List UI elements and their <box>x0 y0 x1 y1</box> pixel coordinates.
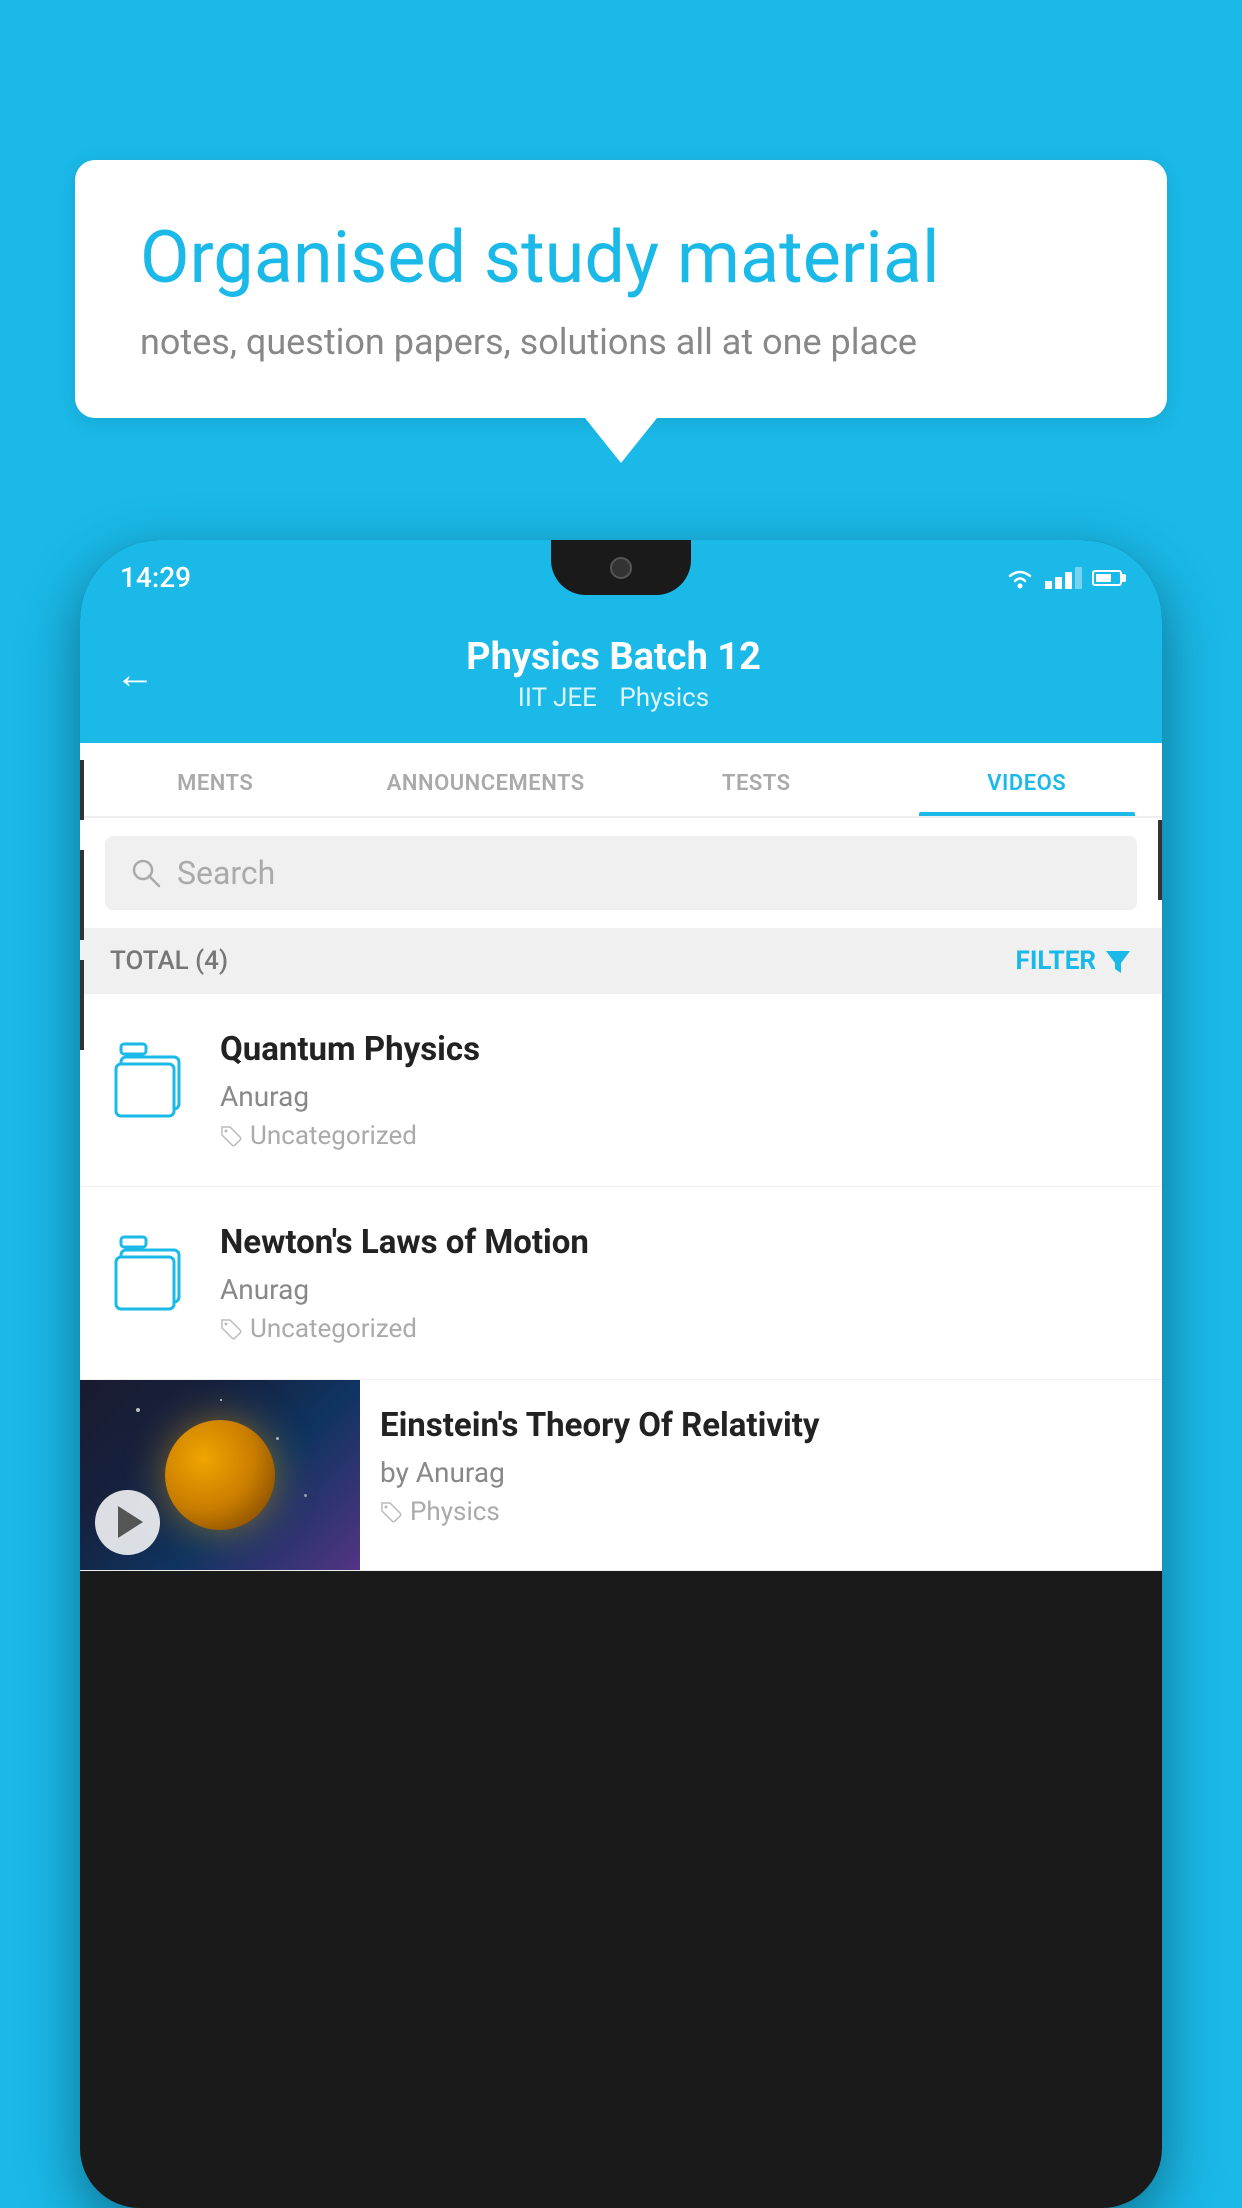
speech-bubble-card: Organised study material notes, question… <box>75 160 1167 418</box>
play-triangle-icon <box>118 1506 143 1538</box>
video-thumbnail <box>80 1380 360 1570</box>
video-info: Einstein's Theory Of Relativity by Anura… <box>360 1380 1162 1552</box>
video-tag: Uncategorized <box>220 1121 1137 1151</box>
search-placeholder: Search <box>177 854 275 892</box>
phone-frame: 14:29 ← <box>80 540 1162 2208</box>
folder-icon <box>105 1034 195 1124</box>
batch-title: Physics Batch 12 <box>175 635 1052 679</box>
tab-announcements[interactable]: ANNOUNCEMENTS <box>351 743 622 816</box>
back-button[interactable]: ← <box>115 651 155 698</box>
app-header: ← Physics Batch 12 IIT JEE Physics <box>80 615 1162 743</box>
power-button <box>1158 820 1162 900</box>
batch-subtitle: IIT JEE Physics <box>175 683 1052 713</box>
video-tag: Uncategorized <box>220 1314 1137 1344</box>
status-icons <box>1005 567 1122 589</box>
list-header: TOTAL (4) FILTER <box>80 928 1162 994</box>
total-count: TOTAL (4) <box>110 946 228 976</box>
tag-label: Uncategorized <box>250 1121 417 1151</box>
tab-bar: MENTS ANNOUNCEMENTS TESTS VIDEOS <box>80 743 1162 818</box>
video-author: by Anurag <box>380 1456 1142 1489</box>
video-tag: Physics <box>380 1497 1142 1527</box>
notch <box>551 540 691 595</box>
video-title: Quantum Physics <box>220 1029 1137 1072</box>
subject-iit: IIT JEE <box>518 683 597 713</box>
video-author: Anurag <box>220 1273 1137 1306</box>
camera <box>610 557 632 579</box>
tag-icon <box>220 1318 242 1340</box>
tag-label: Physics <box>410 1497 500 1527</box>
subject-physics: Physics <box>619 683 709 713</box>
battery-icon <box>1092 570 1122 586</box>
filter-icon <box>1104 947 1132 975</box>
tag-icon <box>220 1125 242 1147</box>
video-list: Quantum Physics Anurag Uncategorized <box>80 994 1162 1571</box>
video-info: Newton's Laws of Motion Anurag Uncategor… <box>220 1222 1137 1344</box>
video-author: Anurag <box>220 1080 1137 1113</box>
folder-icon <box>105 1227 195 1317</box>
phone-screen: Search TOTAL (4) FILTER <box>80 818 1162 1571</box>
list-item[interactable]: Quantum Physics Anurag Uncategorized <box>80 994 1162 1187</box>
volume-up-button <box>80 850 84 940</box>
filter-button[interactable]: FILTER <box>1016 946 1132 976</box>
wifi-icon <box>1005 567 1035 589</box>
video-title: Newton's Laws of Motion <box>220 1222 1137 1265</box>
status-time: 14:29 <box>120 561 191 594</box>
header-title-block: Physics Batch 12 IIT JEE Physics <box>175 635 1052 713</box>
headline-text: Organised study material <box>140 215 1102 301</box>
search-icon <box>130 857 162 889</box>
tab-videos[interactable]: VIDEOS <box>892 743 1163 816</box>
play-button[interactable] <box>95 1490 160 1555</box>
battery-fill <box>1096 574 1111 582</box>
volume-down-button <box>80 960 84 1050</box>
signal-icon <box>1045 567 1082 589</box>
status-bar: 14:29 <box>80 540 1162 615</box>
tag-label: Uncategorized <box>250 1314 417 1344</box>
search-bar[interactable]: Search <box>105 836 1137 910</box>
subtext: notes, question papers, solutions all at… <box>140 321 1102 363</box>
tab-ments[interactable]: MENTS <box>80 743 351 816</box>
video-title: Einstein's Theory Of Relativity <box>380 1405 1142 1448</box>
list-item[interactable]: Newton's Laws of Motion Anurag Uncategor… <box>80 1187 1162 1380</box>
list-item[interactable]: Einstein's Theory Of Relativity by Anura… <box>80 1380 1162 1571</box>
video-info: Quantum Physics Anurag Uncategorized <box>220 1029 1137 1151</box>
tab-tests[interactable]: TESTS <box>621 743 892 816</box>
tag-icon <box>380 1501 402 1523</box>
search-bar-wrapper: Search <box>80 818 1162 928</box>
